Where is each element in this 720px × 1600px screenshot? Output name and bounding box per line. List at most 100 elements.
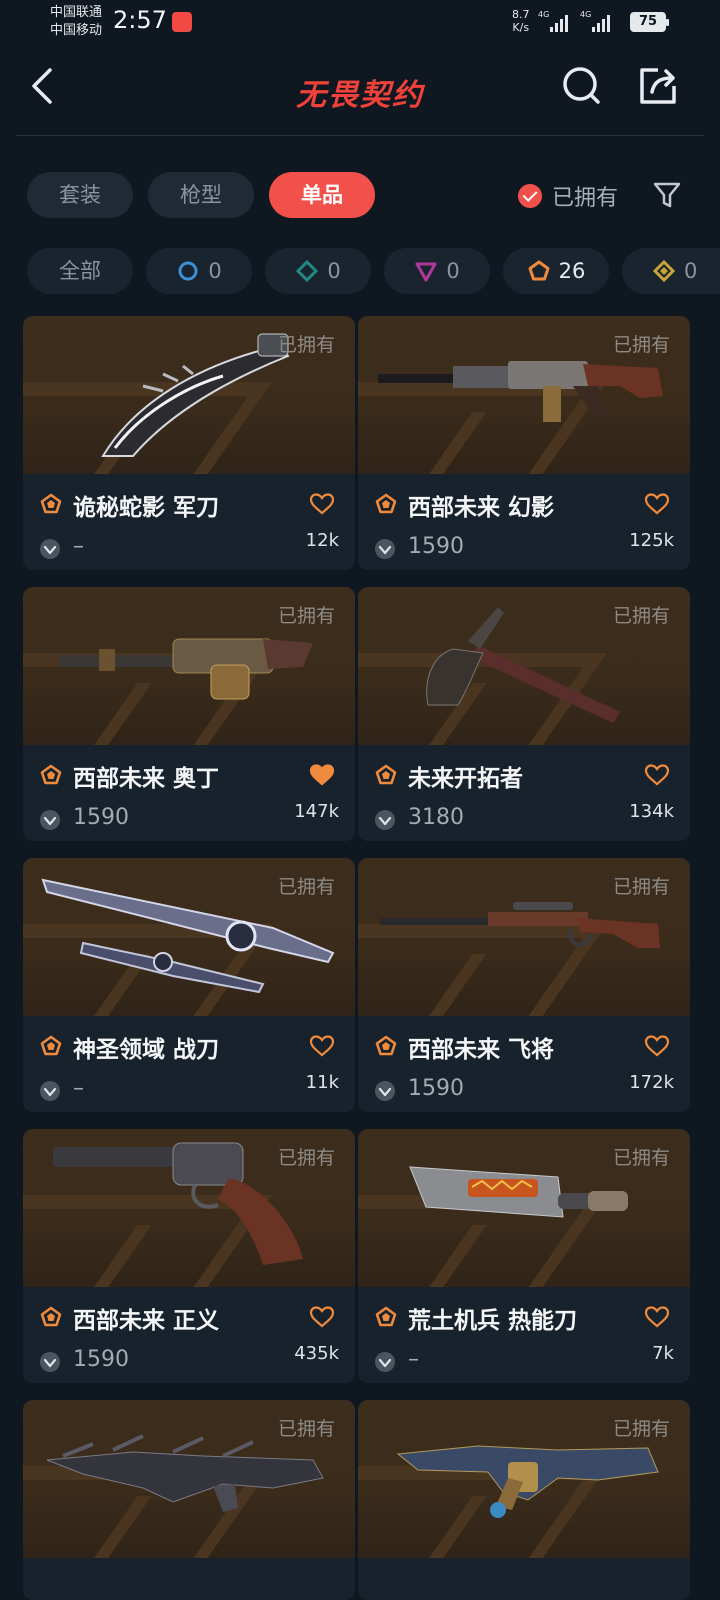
item-price: – — [408, 1347, 419, 1372]
item-card[interactable]: 已拥有 西部未来 奥丁 1590 147k — [23, 587, 355, 841]
clock: 2:57 — [113, 6, 167, 34]
item-name: 西部未来 正义 — [73, 1308, 220, 1334]
check-icon — [518, 184, 542, 208]
item-card[interactable]: 已拥有 西部未来 飞将 1590 172k — [358, 858, 690, 1112]
vp-currency-icon — [40, 810, 60, 830]
item-image: 已拥有 — [358, 1129, 690, 1287]
item-image: 已拥有 — [358, 858, 690, 1016]
like-count: 435k — [294, 1343, 339, 1364]
item-info: 西部未来 幻影 1590 125k — [358, 474, 690, 570]
item-price: – — [73, 534, 84, 559]
carrier-2: 中国移动 — [50, 23, 103, 38]
notification-app-icon — [172, 12, 192, 32]
exclusive-tier-icon — [40, 1306, 62, 1327]
tier-filter-all[interactable]: 全部 — [27, 248, 133, 294]
owned-filter-label: 已拥有 — [552, 186, 619, 211]
exclusive-tier-icon — [40, 493, 62, 514]
search-button[interactable] — [560, 64, 604, 108]
exclusive-tier-icon — [40, 764, 62, 785]
owned-filter-toggle[interactable]: 已拥有 — [518, 176, 618, 216]
tier-filter-ultra[interactable]: 0 — [622, 248, 720, 294]
vp-currency-icon — [40, 1352, 60, 1372]
like-count: 11k — [305, 1072, 339, 1093]
status-bar: 中国联通 中国移动 2:57 8.7 K/s 4G 4G 75 — [0, 0, 720, 44]
share-button[interactable] — [636, 64, 680, 108]
item-card[interactable]: 已拥有 — [23, 1400, 355, 1600]
vp-currency-icon — [375, 810, 395, 830]
item-price: 1590 — [73, 805, 129, 830]
item-name: 西部未来 幻影 — [408, 495, 555, 521]
item-name: 诡秘蛇影 军刀 — [73, 495, 220, 521]
deluxe-tier-icon — [296, 259, 319, 283]
item-card[interactable]: 已拥有 神圣领域 战刀 – 11k — [23, 858, 355, 1112]
top-bar: 无畏契约 — [16, 50, 704, 136]
vp-currency-icon — [40, 539, 60, 559]
item-image: 已拥有 — [23, 316, 355, 474]
item-card[interactable]: 已拥有 荒土机兵 热能刀 – 7k — [358, 1129, 690, 1383]
item-price: 1590 — [408, 1076, 464, 1101]
item-image: 已拥有 — [358, 587, 690, 745]
filter-icon — [653, 182, 681, 208]
share-icon — [640, 68, 676, 104]
like-count: 125k — [629, 530, 674, 551]
owned-label: 已拥有 — [277, 1147, 335, 1169]
heart-icon[interactable] — [309, 1305, 335, 1329]
item-price: 1590 — [73, 1347, 129, 1372]
item-price: 3180 — [408, 805, 464, 830]
vp-currency-icon — [375, 1081, 395, 1101]
tier-filter-premium[interactable]: 0 — [384, 248, 490, 294]
owned-label: 已拥有 — [612, 605, 670, 627]
owned-label: 已拥有 — [277, 876, 335, 898]
item-image: 已拥有 — [23, 587, 355, 745]
like-count: 12k — [305, 530, 339, 551]
vp-currency-icon — [40, 1081, 60, 1101]
carrier-1: 中国联通 — [50, 5, 103, 20]
exclusive-tier-icon — [375, 1035, 397, 1056]
tier-filter-deluxe[interactable]: 0 — [265, 248, 371, 294]
heart-icon[interactable] — [644, 1305, 670, 1329]
item-info: 诡秘蛇影 军刀 – 12k — [23, 474, 355, 570]
exclusive-tier-icon — [40, 1035, 62, 1056]
heart-icon[interactable] — [644, 492, 670, 516]
item-image: 已拥有 — [358, 1400, 690, 1558]
tab-gun-types[interactable]: 枪型 — [148, 172, 254, 218]
like-count: 7k — [652, 1343, 674, 1364]
tab-single-items[interactable]: 单品 — [269, 172, 375, 218]
item-card[interactable]: 已拥有西部未来 幻影 1590 125k — [358, 316, 690, 570]
item-card[interactable]: 已拥有未来开拓者 3180 134k — [358, 587, 690, 841]
exclusive-tier-icon — [375, 493, 397, 514]
select-tier-icon — [178, 261, 198, 281]
heart-icon[interactable] — [309, 763, 335, 787]
heart-icon[interactable] — [309, 492, 335, 516]
like-count: 134k — [629, 801, 674, 822]
item-name: 西部未来 奥丁 — [73, 766, 220, 792]
owned-label: 已拥有 — [277, 334, 335, 356]
owned-label: 已拥有 — [612, 1147, 670, 1169]
signal-icon: 4G — [538, 10, 568, 32]
heart-icon[interactable] — [309, 1034, 335, 1058]
item-image: 已拥有 — [358, 316, 690, 474]
item-name: 神圣领域 战刀 — [73, 1037, 220, 1063]
owned-label: 已拥有 — [612, 876, 670, 898]
owned-label: 已拥有 — [612, 334, 670, 356]
item-card[interactable]: 已拥有 — [358, 1400, 690, 1600]
battery-icon: 75 — [630, 12, 669, 32]
item-card[interactable]: 已拥有西部未来 正义 1590 435k — [23, 1129, 355, 1383]
premium-tier-icon — [415, 262, 437, 282]
heart-icon[interactable] — [644, 763, 670, 787]
vp-currency-icon — [375, 1352, 395, 1372]
owned-label: 已拥有 — [612, 1418, 670, 1440]
tier-filter-exclusive[interactable]: 26 — [503, 248, 609, 294]
item-image: 已拥有 — [23, 1129, 355, 1287]
item-name: 未来开拓者 — [408, 766, 523, 792]
item-info: 西部未来 奥丁 1590 147k — [23, 745, 355, 841]
item-card[interactable]: 已拥有诡秘蛇影 军刀 – 12k — [23, 316, 355, 570]
tier-filter-select[interactable]: 0 — [146, 248, 252, 294]
filter-button[interactable] — [652, 180, 682, 210]
exclusive-tier-icon — [528, 260, 550, 281]
owned-label: 已拥有 — [277, 605, 335, 627]
item-name: 西部未来 飞将 — [408, 1037, 555, 1063]
item-image: 已拥有 — [23, 858, 355, 1016]
heart-icon[interactable] — [644, 1034, 670, 1058]
tab-sets[interactable]: 套装 — [27, 172, 133, 218]
